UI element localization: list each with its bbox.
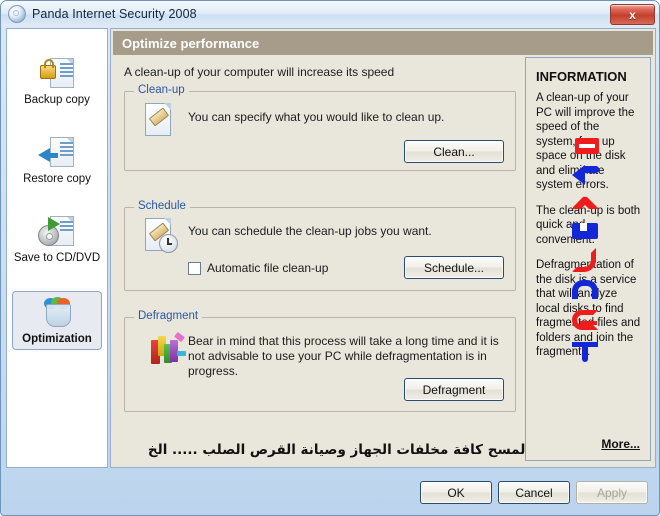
apply-button: Apply [576,481,648,504]
red-caret-up-glyph [570,192,600,209]
blue-tee-glyph [572,342,598,362]
defragment-button[interactable]: Defragment [404,378,504,401]
ok-button[interactable]: OK [420,481,492,504]
sidebar-item-label: Backup copy [24,94,90,106]
cancel-button[interactable]: Cancel [498,481,570,504]
window-title: Panda Internet Security 2008 [32,7,197,21]
defragment-blocks-icon [139,330,186,370]
checkbox-box[interactable] [188,261,201,275]
red-hook-glyph [572,248,596,272]
sidebar: Backup copy Restore copy Save to CD/DVD … [6,28,108,468]
red-subset-glyph [572,310,598,330]
recycle-bin-icon [38,296,76,330]
dialog-footer: OK Cancel Apply [1,477,659,515]
sidebar-item-label: Restore copy [23,173,91,185]
document-restore-arrow-icon [38,136,76,170]
blue-arrow-flag-glyph [572,165,599,185]
cleanup-description: You can specify what you would like to c… [188,110,445,124]
sidebar-item-optimization[interactable]: Optimization [12,291,102,350]
information-title: INFORMATION [536,69,627,84]
sidebar-item-label: Save to CD/DVD [13,252,101,264]
client-area: Backup copy Restore copy Save to CD/DVD … [6,28,656,474]
close-icon[interactable]: x [610,4,655,25]
page-eraser-clock-icon [139,216,179,256]
main-panel: Optimize performance A clean-up of your … [110,28,656,468]
page-title: Optimize performance [113,31,653,55]
page-subtitle: A clean-up of your computer will increas… [124,65,395,79]
cleanup-group-title: Clean-up [134,84,189,96]
sidebar-item-restore-copy[interactable]: Restore copy [12,136,102,185]
defragment-group-title: Defragment [134,310,203,322]
cleanup-group: Clean-up You can specify what you would … [124,84,516,171]
automatic-file-cleanup-checkbox[interactable]: Automatic file clean-up [188,261,328,275]
sidebar-item-save-to-cd-dvd[interactable]: Save to CD/DVD [12,215,102,264]
panda-logo-icon [8,5,26,23]
document-lock-icon [38,57,76,91]
page-eraser-icon [139,101,179,141]
title-bar: Panda Internet Security 2008 x [1,1,659,27]
sidebar-item-label: Optimization [22,333,92,345]
schedule-group: Schedule You can schedule the clean-up j… [124,200,516,291]
schedule-description: You can schedule the clean-up jobs you w… [188,224,432,238]
clean-button[interactable]: Clean... [404,140,504,163]
schedule-button[interactable]: Schedule... [404,256,504,279]
more-link[interactable]: More... [601,437,640,451]
defragment-description: Bear in mind that this process will take… [188,334,499,378]
blue-block-glyph [572,223,598,239]
cd-dvd-save-icon [38,215,76,249]
blue-arch-glyph [572,280,598,299]
checkbox-label: Automatic file clean-up [207,261,329,275]
information-panel: INFORMATION A clean-up of your PC will i… [525,57,651,461]
red-bar-glyph [575,138,599,154]
application-window: Panda Internet Security 2008 x Backup co… [0,0,660,516]
defragment-group: Defragment Bear in mind that this proces… [124,310,516,412]
schedule-group-title: Schedule [134,200,190,212]
sidebar-item-backup-copy[interactable]: Backup copy [12,57,102,106]
